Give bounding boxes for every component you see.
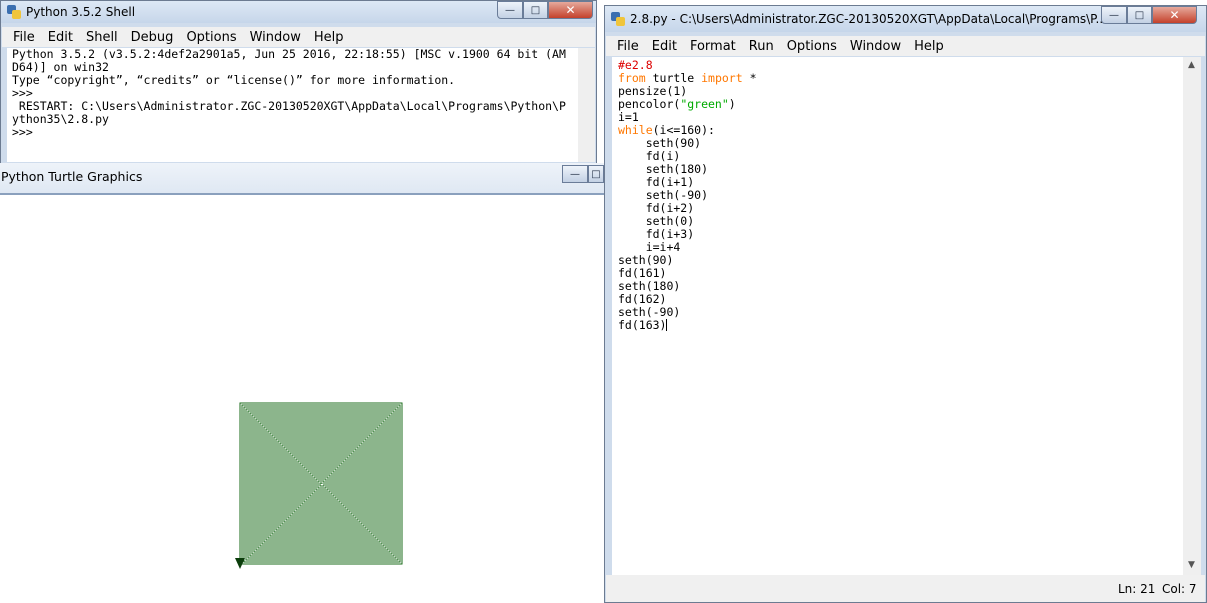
editor-close-button[interactable]: ✕ [1152,6,1197,24]
editor-minimize-button[interactable]: — [1101,6,1127,24]
close-icon: ✕ [1169,8,1180,22]
code-line: fd(163) [618,319,757,332]
code-keyword: import [701,71,743,85]
code-comment: #e2.8 [618,58,653,72]
editor-window: 2.8.py - C:\Users\Administrator.ZGC-2013… [604,5,1207,603]
turtle-maximize-button[interactable]: □ [588,165,604,183]
scroll-up-button[interactable]: ▲ [1184,58,1199,73]
shell-prompt: >>> [12,125,40,139]
menu-window[interactable]: Window [850,39,901,54]
code-text: turtle [645,71,702,85]
turtle-titlebar[interactable]: Python Turtle Graphics — □ [0,163,604,195]
text-caret [666,319,668,331]
editor-menubar: File Edit Format Run Options Window Help [606,36,1205,56]
shell-caption-buttons: — □ ✕ [497,1,593,19]
code-text: ) [728,97,736,111]
close-icon: ✕ [565,3,576,17]
editor-scrollbar[interactable]: ▲ ▼ [1183,57,1201,575]
shell-title: Python 3.5.2 Shell [26,5,136,19]
python-icon [7,5,21,19]
code-text: pencolor( [618,97,681,111]
menu-shell[interactable]: Shell [86,30,118,45]
code-keyword: while [618,123,653,137]
code-text: * [742,71,757,85]
code-text: fd(163) [618,318,667,332]
python-file-icon [611,12,625,26]
turtle-minimize-button[interactable]: — [562,165,588,183]
code-text: (i<=160): [652,123,715,137]
shell-menubar: File Edit Shell Debug Options Window Hel… [2,27,595,47]
menu-edit[interactable]: Edit [48,30,73,45]
editor-maximize-button[interactable]: □ [1127,6,1152,24]
scroll-up-icon: ▲ [1188,60,1195,70]
shell-scrollbar[interactable] [578,48,595,162]
shell-output[interactable]: Python 3.5.2 (v3.5.2:4def2a2901a5, Jun 2… [7,48,578,162]
turtle-canvas [235,402,403,569]
close-button[interactable]: ✕ [548,1,593,19]
maximize-icon: □ [1134,9,1145,21]
menu-debug[interactable]: Debug [131,30,174,45]
minimize-button[interactable]: — [497,1,523,19]
menu-options[interactable]: Options [186,30,236,45]
maximize-icon: □ [591,168,601,180]
shell-line: Type “copyright”, “credits” or “license(… [12,73,456,87]
editor-statusbar: Ln: 21 Col: 7 [606,575,1205,602]
editor-title: 2.8.py - C:\Users\Administrator.ZGC-2013… [630,12,1107,26]
minimize-icon: — [505,4,515,16]
maximize-button[interactable]: □ [523,1,548,19]
maximize-icon: □ [530,4,541,16]
minimize-icon: — [570,168,580,180]
menu-edit[interactable]: Edit [652,39,677,54]
shell-line: ython35\2.8.py [12,112,109,126]
menu-options[interactable]: Options [787,39,837,54]
minimize-icon: — [1109,9,1119,21]
editor-caption-buttons: — □ ✕ [1101,6,1197,24]
line-number: Ln: 21 [1118,582,1156,596]
turtle-spiral-drawing [239,402,403,566]
column-number: Col: 7 [1162,582,1197,596]
turtle-window: Python Turtle Graphics — □ [0,163,604,603]
code-string: "green" [680,97,729,111]
menu-format[interactable]: Format [690,39,736,54]
menu-window[interactable]: Window [250,30,301,45]
menu-file[interactable]: File [617,39,639,54]
menu-help[interactable]: Help [314,30,344,45]
code-editor[interactable]: #e2.8 from turtle import * pensize(1) pe… [612,57,1183,575]
menu-run[interactable]: Run [749,39,774,54]
code-keyword: from [618,71,646,85]
menu-help[interactable]: Help [914,39,944,54]
menu-file[interactable]: File [13,30,35,45]
scroll-down-icon: ▼ [1188,560,1195,570]
shell-window: Python 3.5.2 Shell — □ ✕ File Edit Shell… [0,0,597,170]
turtle-title: Python Turtle Graphics [1,169,143,184]
scroll-down-button[interactable]: ▼ [1184,558,1199,573]
